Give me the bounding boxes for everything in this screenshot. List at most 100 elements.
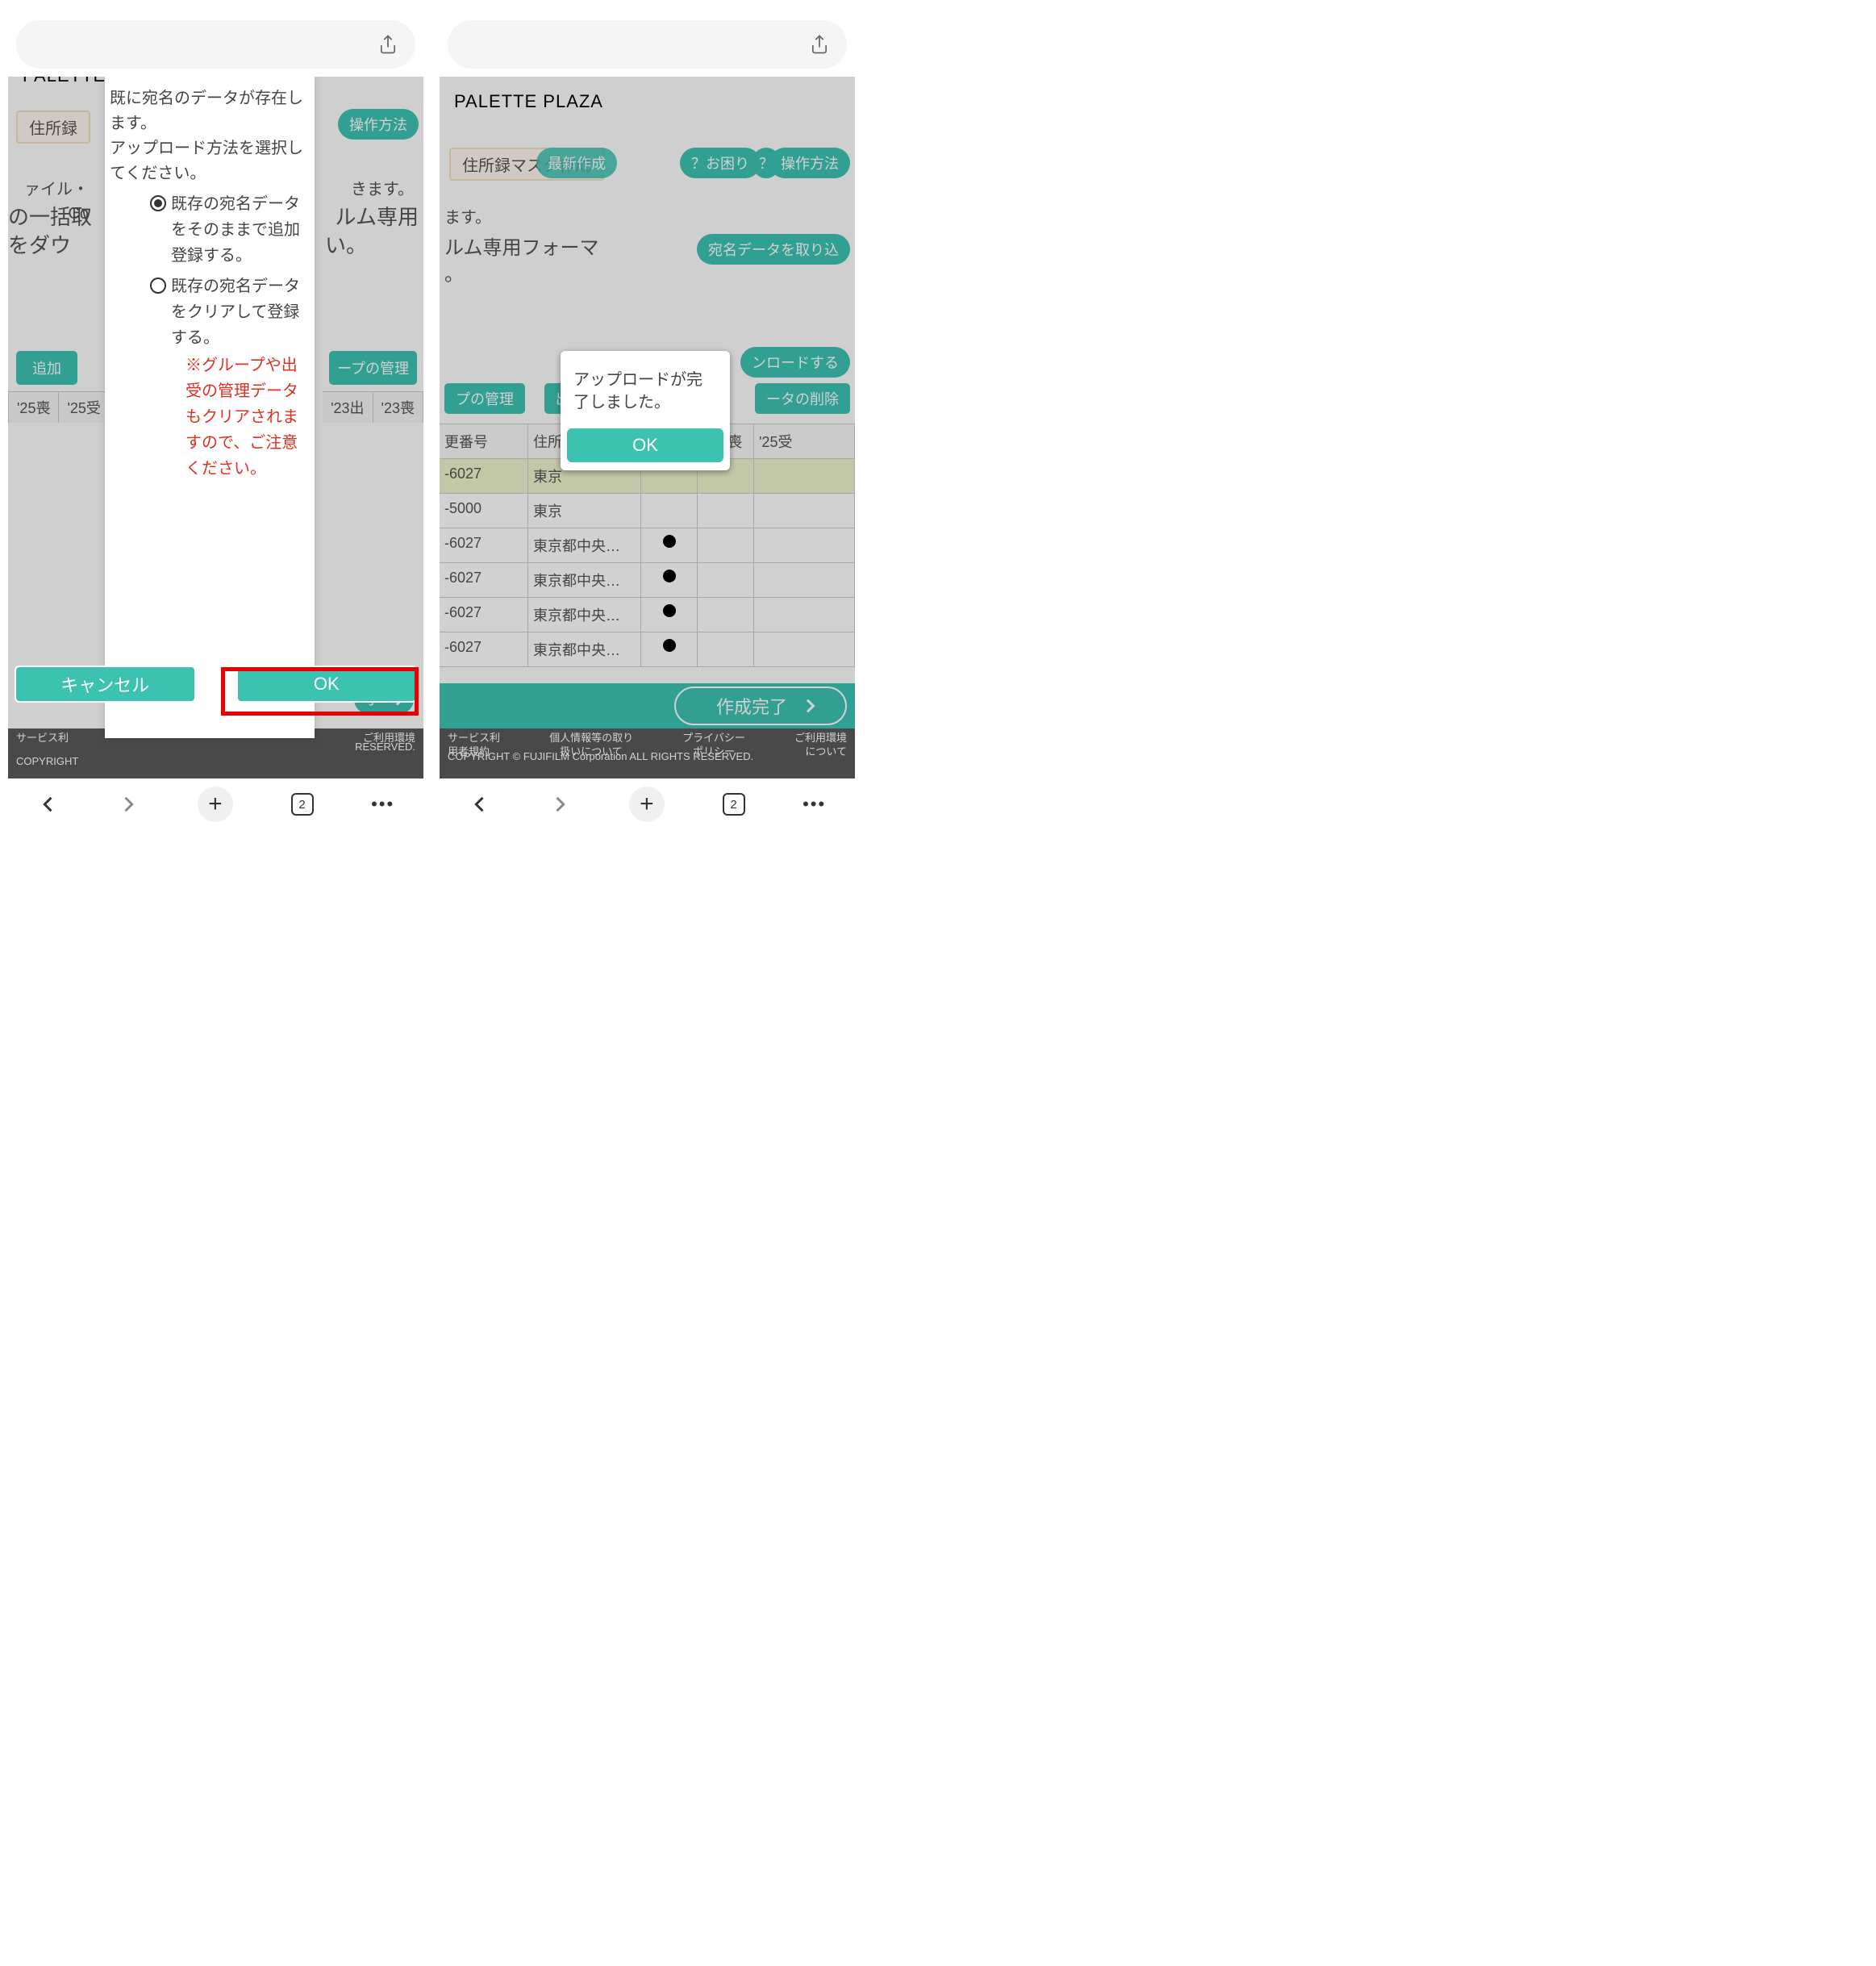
table-row[interactable]: -6027東京都中央… bbox=[440, 563, 855, 598]
cell-mark2 bbox=[698, 494, 754, 528]
cell-addr: 東京都中央… bbox=[528, 528, 641, 563]
radio-unchecked-icon[interactable] bbox=[150, 278, 166, 294]
tabs-button[interactable]: 2 bbox=[291, 793, 314, 816]
screen-right: PALETTE PLAZA 住所録マスタ作成 最新作成 ？お困り ？ 操作方法 … bbox=[440, 8, 855, 895]
table-row[interactable]: -6027東京都中央… bbox=[440, 528, 855, 563]
forward-icon[interactable] bbox=[117, 793, 140, 816]
th-zip: 更番号 bbox=[440, 424, 528, 459]
radio-checked-icon[interactable] bbox=[150, 195, 166, 211]
browser-bottom-nav: + 2 ••• bbox=[440, 778, 855, 830]
footer-link[interactable]: ご利用環境 bbox=[794, 732, 847, 745]
new-tab-button[interactable]: + bbox=[629, 787, 665, 822]
browser-bottom-nav: + 2 ••• bbox=[8, 778, 423, 830]
cell-addr: 東京都中央… bbox=[528, 598, 641, 632]
import-button[interactable]: 宛名データを取り込 bbox=[697, 234, 850, 265]
cell-addr: 東京 bbox=[528, 494, 641, 528]
bg-text: 。 bbox=[444, 261, 464, 290]
back-icon[interactable] bbox=[469, 793, 491, 816]
upload-complete-modal: アップロードが完了しました。 OK bbox=[561, 351, 730, 470]
table-row[interactable]: -6027東京都中央… bbox=[440, 632, 855, 667]
upload-method-modal: 既に宛名のデータが存在します。 アップロード方法を選択してください。 既存の宛名… bbox=[105, 77, 315, 738]
help-pill[interactable]: ？お困り bbox=[680, 148, 761, 178]
cancel-button[interactable]: キャンセル bbox=[15, 666, 196, 703]
bg-text: の一括取 bbox=[8, 202, 92, 233]
group-mgmt-button[interactable]: プの管理 bbox=[444, 383, 525, 414]
tab-23mourn[interactable]: '23喪 bbox=[373, 391, 423, 423]
footer-link[interactable]: サービス利 bbox=[16, 732, 69, 745]
footer-copyright: COPYRIGHT bbox=[16, 755, 78, 769]
tab-25recv[interactable]: '25受 bbox=[59, 391, 109, 423]
cell-end bbox=[754, 494, 855, 528]
action-bar: 作成完了 bbox=[440, 683, 855, 728]
add-button[interactable]: 追加 bbox=[16, 351, 77, 385]
new-tab-button[interactable]: + bbox=[198, 787, 233, 822]
tab-25mo[interactable]: '25喪 bbox=[8, 391, 59, 423]
footer-link[interactable]: について bbox=[805, 745, 847, 759]
cell-zip: -5000 bbox=[440, 494, 528, 528]
option-append-label: 既存の宛名データをそのままで追加登録する。 bbox=[171, 191, 306, 269]
url-bar[interactable] bbox=[448, 20, 847, 69]
cell-mark bbox=[641, 563, 698, 598]
footer-reserved: RESERVED. bbox=[355, 741, 415, 754]
menu-icon[interactable]: ••• bbox=[803, 794, 826, 815]
cell-mark bbox=[641, 632, 698, 667]
cell-mark2 bbox=[698, 598, 754, 632]
ok-button[interactable]: OK bbox=[565, 427, 725, 464]
cell-end bbox=[754, 598, 855, 632]
content-area: PALETTE PLAZA 住所録マスタ作成 最新作成 ？お困り ？ 操作方法 … bbox=[440, 77, 855, 778]
th-25s: '25受 bbox=[754, 424, 855, 459]
cell-mark2 bbox=[698, 528, 754, 563]
pill-unknown[interactable]: 最新作成 bbox=[536, 148, 617, 178]
cell-addr: 東京都中央… bbox=[528, 563, 641, 598]
cell-end bbox=[754, 528, 855, 563]
table-row[interactable]: -5000東京 bbox=[440, 494, 855, 528]
bg-text: ます。 bbox=[444, 206, 491, 230]
footer-copyright: COPYRIGHT © FUJIFILM Corporation ALL RIG… bbox=[448, 750, 753, 764]
cell-mark2 bbox=[698, 632, 754, 667]
download-button[interactable]: ンロードする bbox=[740, 347, 850, 378]
footer-link[interactable]: 個人情報等の取り bbox=[549, 732, 633, 745]
complete-label: 作成完了 bbox=[716, 693, 787, 719]
table-row[interactable]: -6027東京都中央… bbox=[440, 598, 855, 632]
share-icon[interactable] bbox=[808, 33, 831, 56]
tab-23out[interactable]: '23出 bbox=[323, 391, 373, 423]
footer: サービス利 個人情報等の取り プライバシー ご利用環境 用者規約 扱いについて … bbox=[440, 728, 855, 778]
share-icon[interactable] bbox=[377, 33, 399, 56]
cell-end bbox=[754, 563, 855, 598]
option-clear[interactable]: 既存の宛名データをクリアして登録する。 bbox=[150, 273, 306, 351]
cell-zip: -6027 bbox=[440, 598, 528, 632]
group-mgmt-button[interactable]: ープの管理 bbox=[329, 351, 417, 385]
option-clear-label: 既存の宛名データをクリアして登録する。 bbox=[171, 273, 306, 351]
forward-icon[interactable] bbox=[548, 793, 571, 816]
chevron-right-icon bbox=[802, 699, 815, 713]
cell-addr: 東京都中央… bbox=[528, 632, 641, 667]
complete-button[interactable]: 作成完了 bbox=[674, 687, 847, 725]
bg-text: ルム専用 bbox=[336, 202, 419, 233]
menu-icon[interactable]: ••• bbox=[371, 794, 394, 815]
cell-mark2 bbox=[698, 563, 754, 598]
cell-mark bbox=[641, 494, 698, 528]
cell-zip: -6027 bbox=[440, 528, 528, 563]
ops-pill[interactable]: 操作方法 bbox=[769, 148, 850, 178]
url-bar[interactable] bbox=[16, 20, 415, 69]
cell-mark bbox=[641, 598, 698, 632]
delete-button[interactable]: ータの削除 bbox=[755, 383, 850, 414]
addressbook-chip[interactable]: 住所録 bbox=[16, 111, 90, 144]
ok-highlight-box bbox=[221, 667, 419, 716]
bg-text: きます。 bbox=[351, 177, 414, 202]
content-area: PALETTE PLAZA 住所録 操作方法 ァイル・Co の一括取 をダウ き… bbox=[8, 77, 423, 778]
cell-mark bbox=[641, 528, 698, 563]
cell-zip: -6027 bbox=[440, 563, 528, 598]
screen-left: PALETTE PLAZA 住所録 操作方法 ァイル・Co の一括取 をダウ き… bbox=[8, 8, 423, 895]
bg-text: ルム専用フォーマ bbox=[444, 234, 599, 263]
option-append[interactable]: 既存の宛名データをそのままで追加登録する。 bbox=[150, 191, 306, 269]
footer-link[interactable]: プライバシー bbox=[682, 732, 745, 745]
tabs-button[interactable]: 2 bbox=[723, 793, 745, 816]
footer-link[interactable]: サービス利 bbox=[448, 732, 500, 745]
help-ops-pill[interactable]: 操作方法 bbox=[338, 109, 419, 140]
back-icon[interactable] bbox=[37, 793, 60, 816]
cell-end bbox=[754, 632, 855, 667]
bg-text: い。 bbox=[325, 230, 367, 261]
bg-text: をダウ bbox=[8, 230, 71, 261]
modal-message: アップロードが完了しました。 bbox=[561, 351, 730, 422]
